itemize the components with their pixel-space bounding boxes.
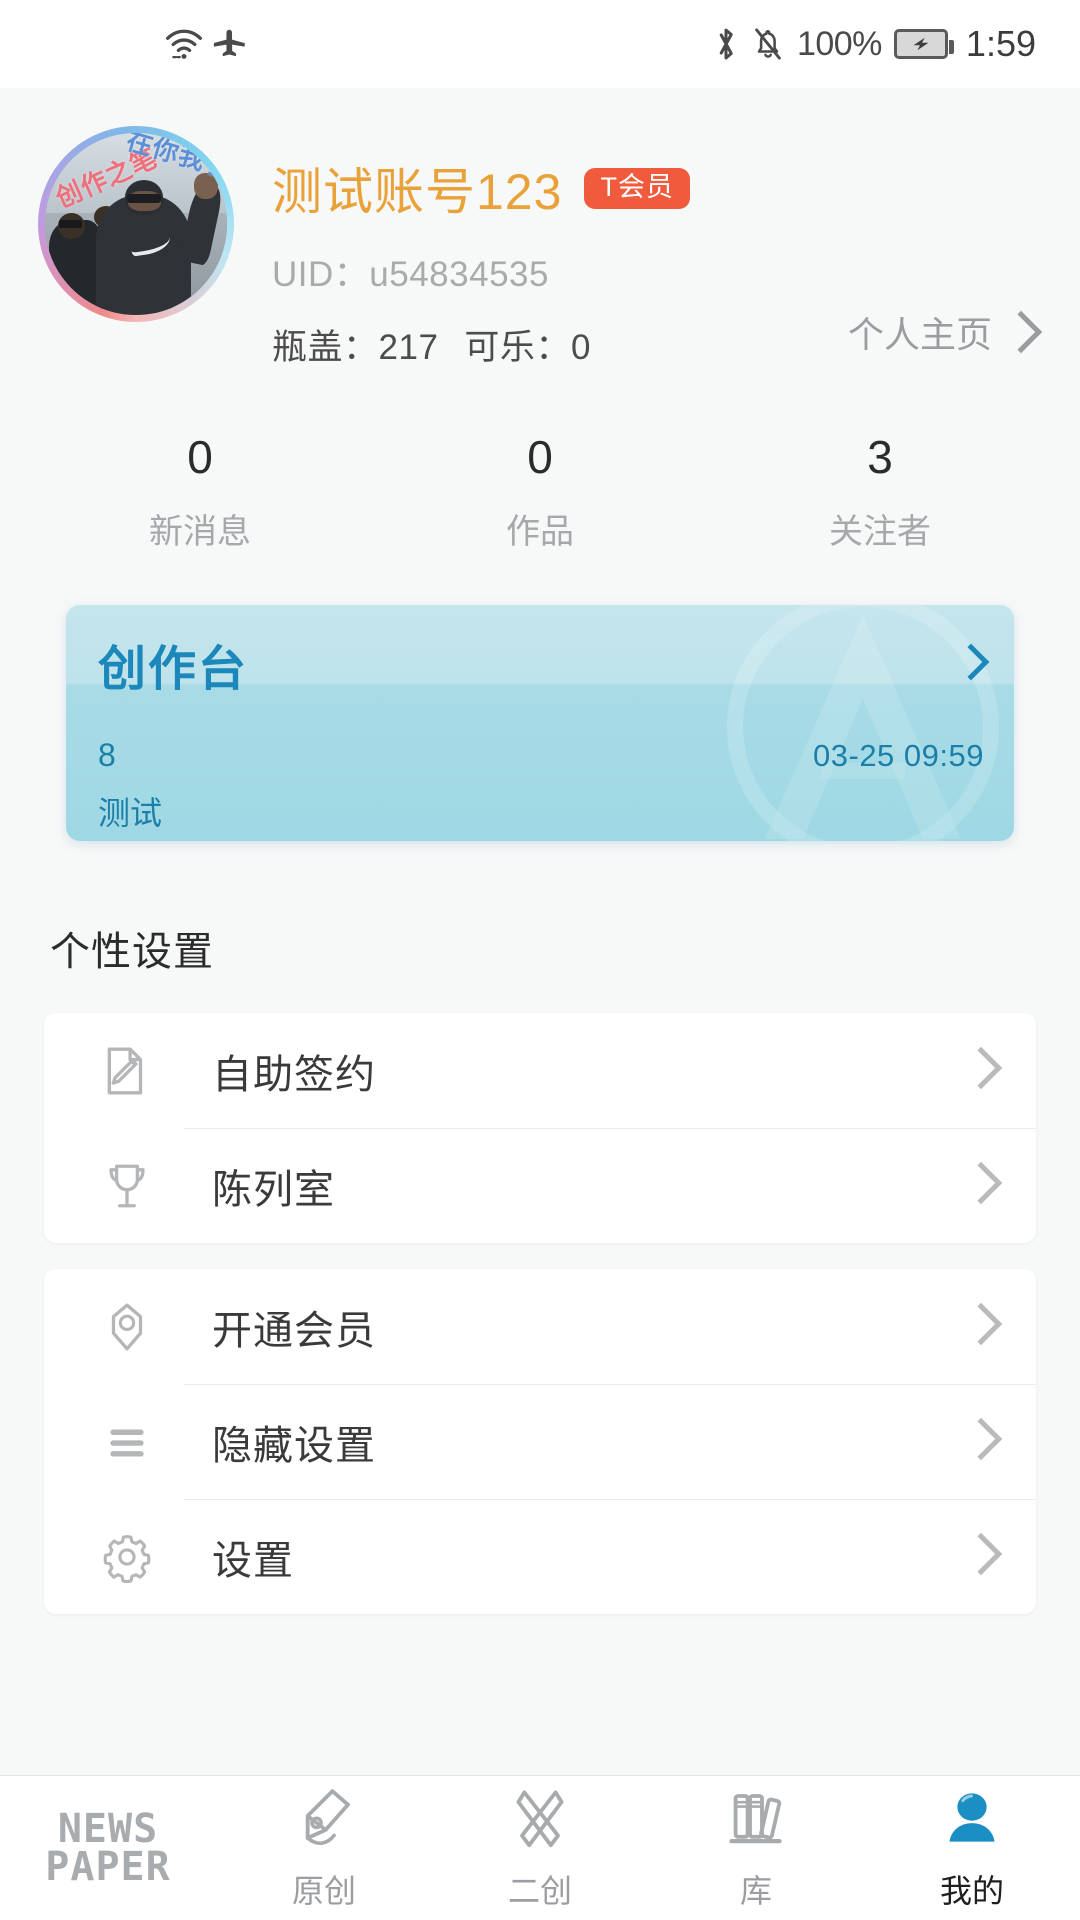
stat-label: 关注者 <box>829 513 931 551</box>
avatar[interactable]: 创作之笔 在你我手中 <box>38 126 234 322</box>
tab-secondary-creation[interactable]: 二创 <box>432 1784 648 1912</box>
avatar-image: 创作之笔 在你我手中 <box>45 133 227 315</box>
chevron-right-icon <box>959 1302 1003 1346</box>
uid-row: UID：u54834535 <box>272 246 1042 297</box>
settings-group-1: 自助签约 陈列室 <box>44 1013 1036 1243</box>
gear-icon <box>96 1530 158 1584</box>
wifi-icon <box>164 26 204 62</box>
battery-charging-icon <box>893 29 954 59</box>
app-screen: 100% 1:59 创作之笔 在你我手中 测试账号123 T会员 UID：u54… <box>0 0 1080 1920</box>
chevron-right-icon <box>959 1532 1003 1576</box>
tab-original[interactable]: 原创 <box>216 1784 432 1912</box>
tab-mine[interactable]: 我的 <box>864 1784 1080 1912</box>
app-logo-line1: NEWS <box>57 1805 159 1852</box>
status-bar-left <box>164 26 248 62</box>
stat-label: 作品 <box>506 513 574 551</box>
person-icon <box>936 1784 1008 1856</box>
tab-library[interactable]: 库 <box>648 1784 864 1912</box>
settings-section-title: 个性设置 <box>50 930 214 974</box>
settings-item-label: 开通会员 <box>212 1308 376 1353</box>
creation-card-body: 8 03-25 09:59 测试 <box>66 723 1014 834</box>
contract-edit-icon <box>96 1044 158 1098</box>
gem-icon <box>96 1300 158 1354</box>
airplane-mode-icon <box>210 26 248 62</box>
app-logo-line2: PAPER <box>45 1844 171 1890</box>
bluetooth-icon <box>713 25 739 63</box>
settings-group-2: 开通会员 隐藏设置 设置 <box>44 1269 1036 1614</box>
tab-label: 二创 <box>507 1873 572 1909</box>
chevron-right-icon <box>959 1417 1003 1461</box>
personal-homepage-link[interactable]: 个人主页 <box>847 306 1043 358</box>
creation-desk-card[interactable]: 创作台 8 03-25 09:59 测试 <box>66 605 1014 841</box>
app-logo-text: NEWS PAPER <box>45 1805 171 1890</box>
profile-header: 创作之笔 在你我手中 测试账号123 T会员 UID：u54834535 瓶盖：… <box>0 88 1080 553</box>
creation-card-wrapper: 创作台 8 03-25 09:59 测试 <box>0 553 1080 841</box>
stat-value: 3 <box>867 431 893 483</box>
status-bar-right: 100% 1:59 <box>713 23 1036 65</box>
username-row: 测试账号123 T会员 <box>272 152 1042 224</box>
creation-card-title: 创作台 <box>98 643 249 696</box>
creation-card-header: 创作台 <box>66 605 1014 723</box>
chevron-right-icon <box>959 1161 1003 1205</box>
stat-value: 0 <box>527 431 553 483</box>
settings-item-hidden-settings[interactable]: 隐藏设置 <box>44 1384 1036 1499</box>
bottom-tab-bar: NEWS PAPER 原创 二创 库 我的 <box>0 1775 1080 1920</box>
fountain-pen-icon <box>288 1784 360 1856</box>
stat-followers[interactable]: 3 关注者 <box>710 430 1050 553</box>
settings-item-label: 隐藏设置 <box>212 1423 376 1468</box>
tab-label: 库 <box>739 1873 772 1909</box>
battery-percent: 100% <box>796 24 882 63</box>
avatar-photo-sunglasses <box>126 193 162 204</box>
books-icon <box>720 1784 792 1856</box>
settings-item-settings[interactable]: 设置 <box>44 1499 1036 1614</box>
settings-item-self-signing[interactable]: 自助签约 <box>44 1013 1036 1128</box>
personal-homepage-label: 个人主页 <box>847 314 992 355</box>
settings-item-label: 陈列室 <box>212 1167 335 1212</box>
bell-muted-icon <box>751 26 785 62</box>
settings-item-showroom[interactable]: 陈列室 <box>44 1128 1036 1243</box>
stat-new-messages[interactable]: 0 新消息 <box>30 430 370 553</box>
settings-item-label: 自助签约 <box>212 1052 376 1097</box>
crossed-ribbons-icon <box>504 1784 576 1856</box>
creation-card-arrow[interactable] <box>952 643 990 680</box>
bottlecap-label: 瓶盖： <box>272 328 379 367</box>
hamburger-lines-icon <box>96 1415 158 1469</box>
chevron-right-icon <box>959 1046 1003 1090</box>
cola-label: 可乐： <box>464 328 571 367</box>
creation-card-meta: 8 03-25 09:59 <box>98 737 984 774</box>
clock-time: 1:59 <box>965 23 1036 64</box>
trophy-icon <box>96 1159 158 1213</box>
uid-value: u54834535 <box>369 255 549 294</box>
vip-badge[interactable]: T会员 <box>584 167 690 209</box>
stat-value: 0 <box>187 431 213 483</box>
tab-label: 原创 <box>291 1873 356 1909</box>
app-logo: NEWS PAPER <box>0 1805 216 1890</box>
username: 测试账号123 <box>272 164 563 220</box>
avatar-photo-sunglasses-left <box>58 220 83 228</box>
creation-card-date: 03-25 09:59 <box>813 738 984 773</box>
settings-item-label: 设置 <box>212 1538 294 1583</box>
tab-label: 我的 <box>939 1873 1004 1909</box>
status-bar: 100% 1:59 <box>0 0 1080 88</box>
settings-item-become-member[interactable]: 开通会员 <box>44 1269 1036 1384</box>
stat-works[interactable]: 0 作品 <box>370 430 710 553</box>
chevron-right-icon <box>999 310 1043 354</box>
creation-card-subtitle: 测试 <box>98 795 163 831</box>
stat-label: 新消息 <box>149 513 251 551</box>
stats-row: 0 新消息 0 作品 3 关注者 <box>0 430 1080 553</box>
uid-label: UID： <box>272 255 370 294</box>
bottlecap-value: 217 <box>378 328 439 367</box>
cola-value: 0 <box>570 328 591 367</box>
creation-card-count: 8 <box>98 737 116 773</box>
